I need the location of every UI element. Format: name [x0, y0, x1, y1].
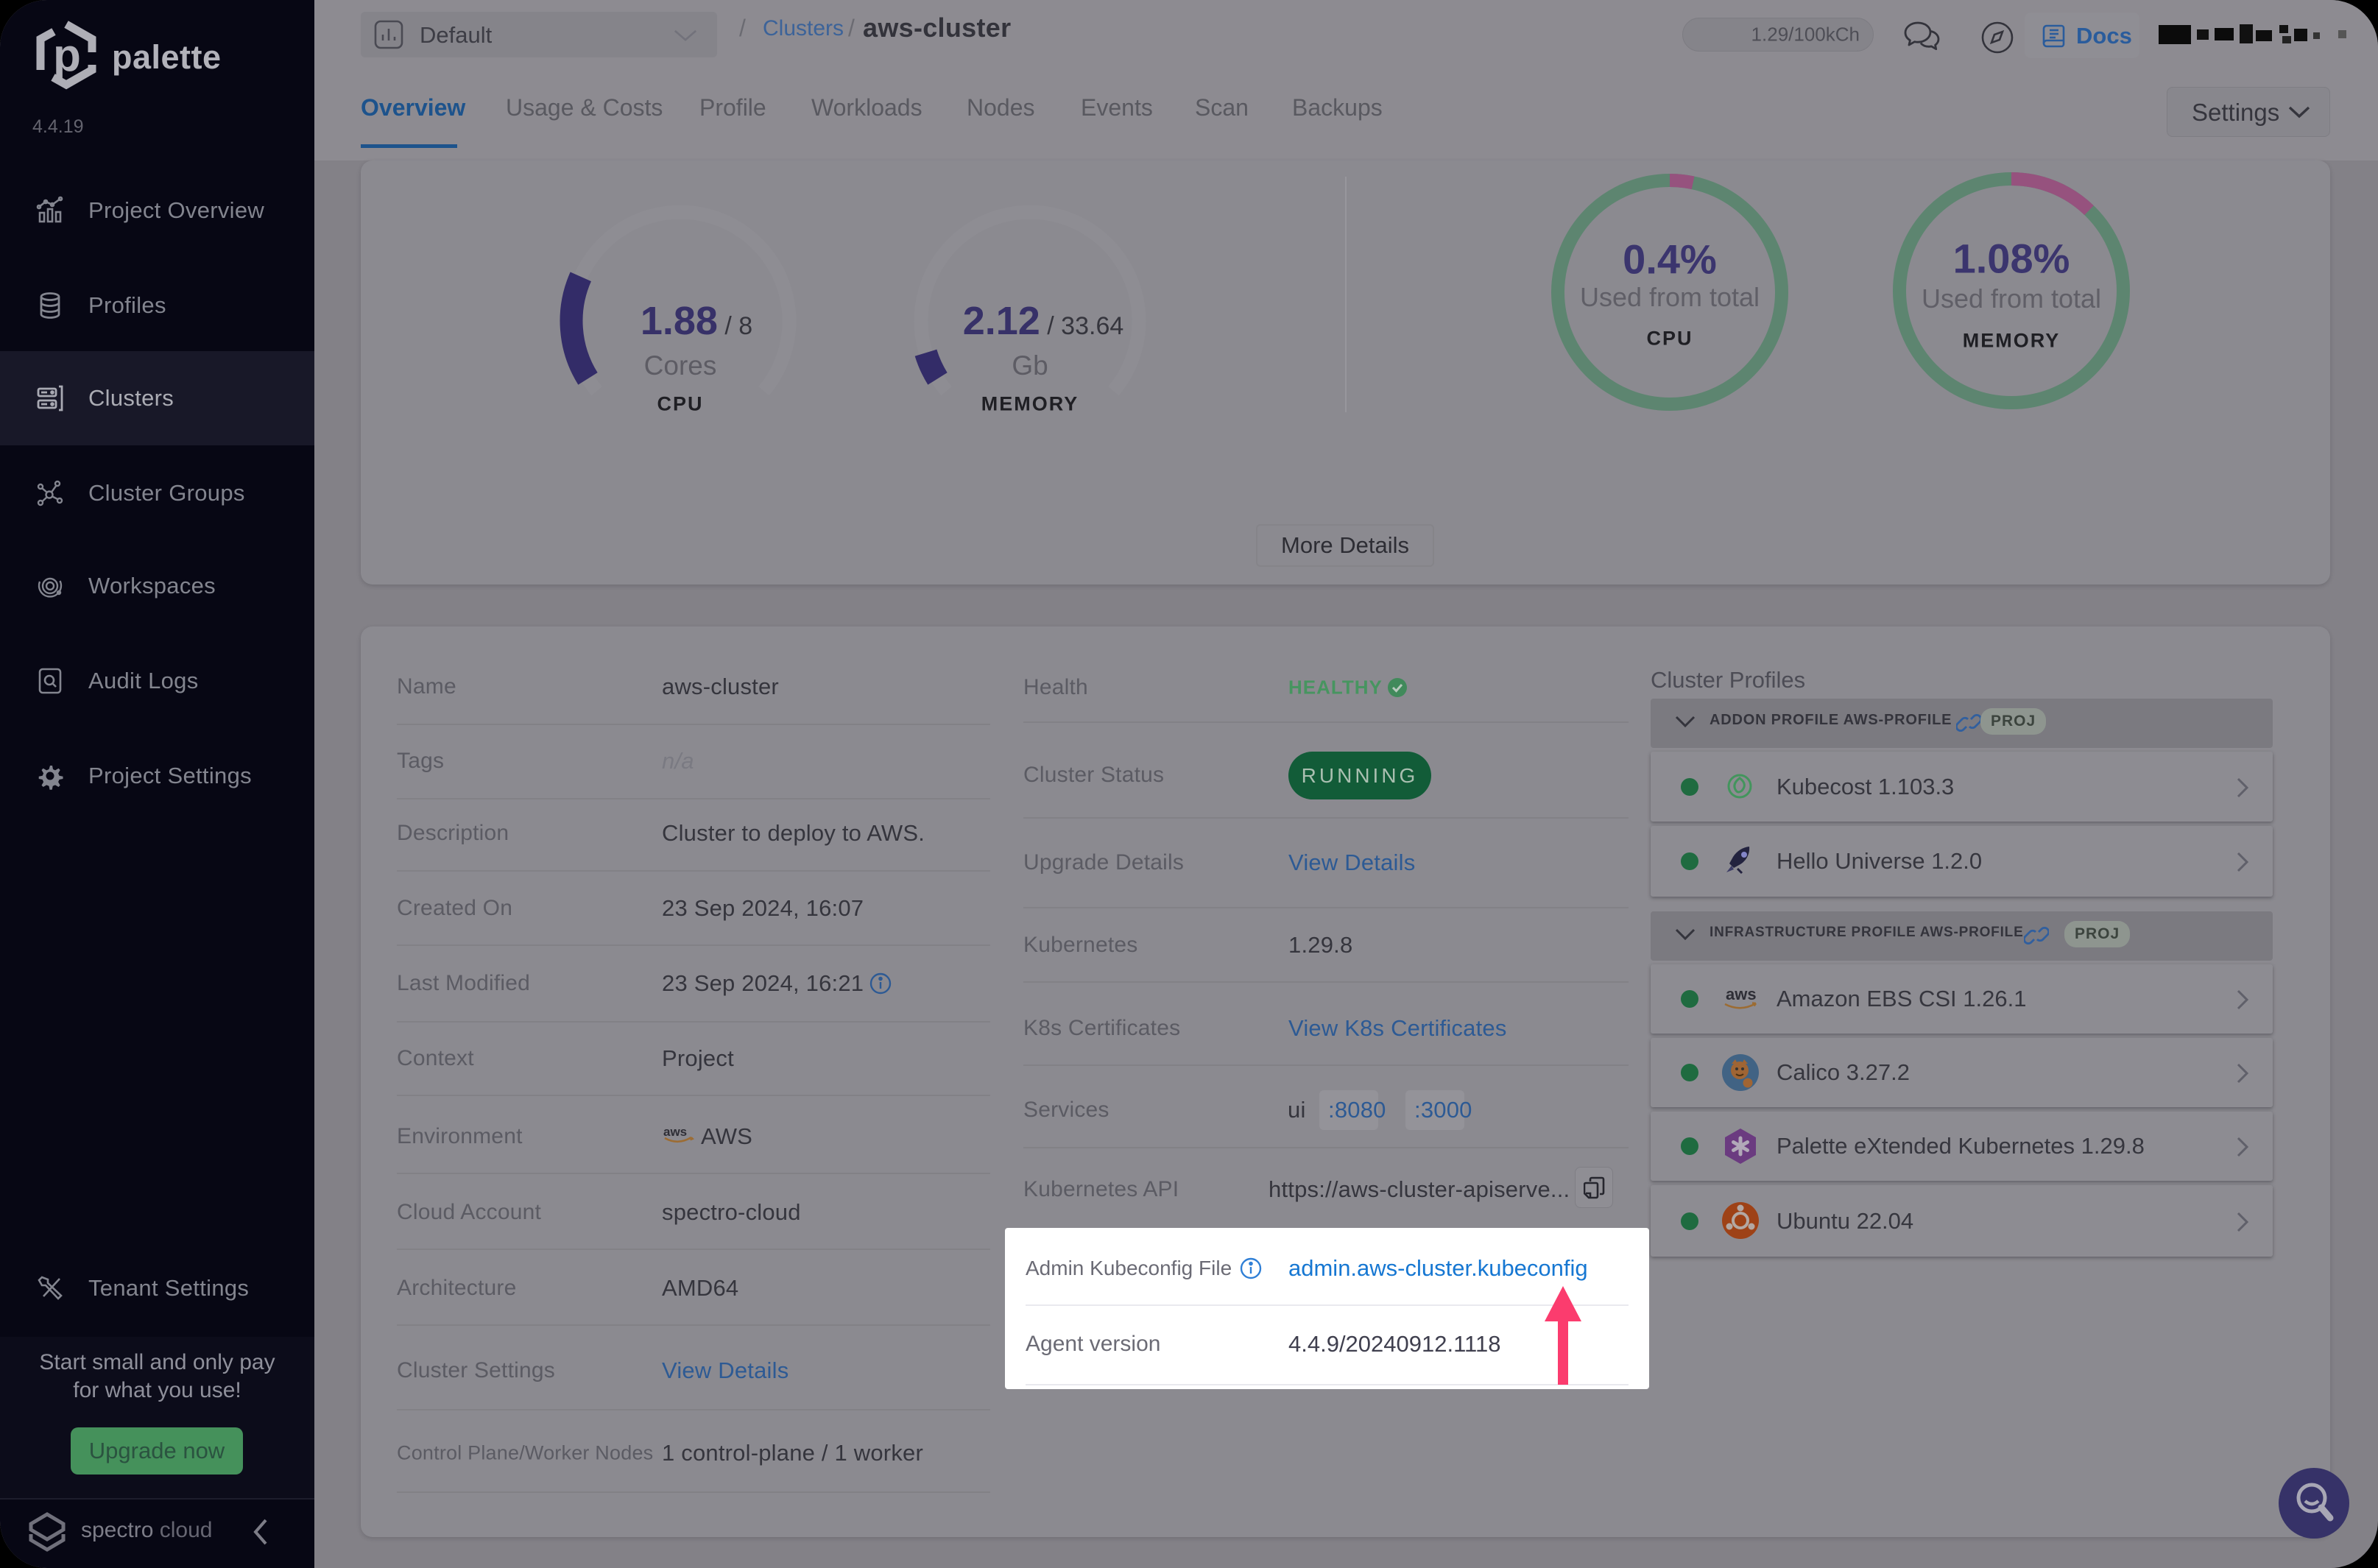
svg-text:p: p — [53, 30, 81, 81]
svg-text:aws: aws — [1726, 985, 1757, 1003]
svg-text:aws: aws — [663, 1125, 687, 1139]
